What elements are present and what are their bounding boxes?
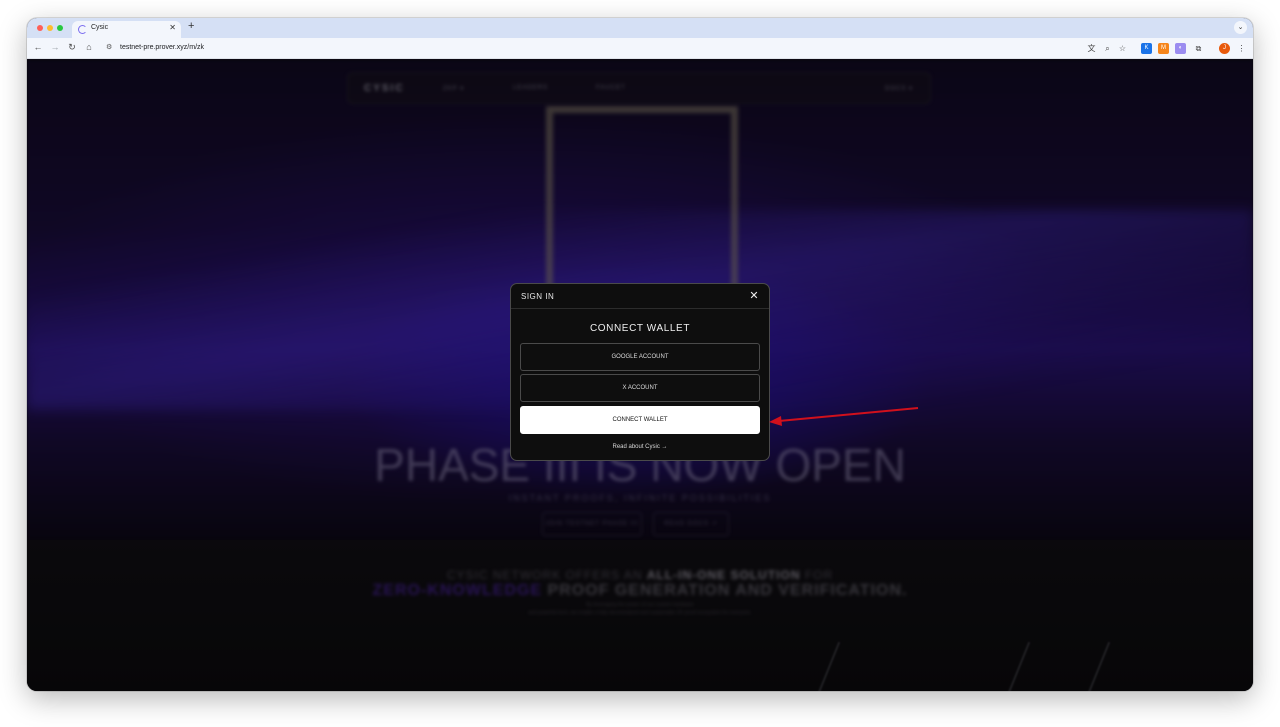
profile-avatar[interactable]: J [1219,43,1230,54]
metamask-icon[interactable]: M [1158,43,1169,54]
tab-search-button[interactable]: ⌄ [1234,21,1247,34]
bookmark-star-icon[interactable]: ☆ [1117,43,1128,54]
browser-window: Cysic ✕ + ⌄ ← → ↻ ⌂ ⚙ testnet-pre.prover… [27,18,1253,691]
maximize-window-icon[interactable] [57,25,63,31]
annotation-arrow-head [769,416,782,426]
browser-menu-icon[interactable]: ⋮ [1236,43,1247,54]
tab-title: Cysic [91,24,109,31]
tab-close-icon[interactable]: ✕ [169,23,176,32]
annotation-arrow-line [778,407,919,422]
translate-icon[interactable]: 文 [1086,43,1097,54]
browser-tab[interactable]: Cysic ✕ [72,21,181,38]
tab-strip: Cysic ✕ + ⌄ [27,18,1253,38]
web-page: CYSIC ZKP ▾ LEADERS FAUCET DOCS ▾ PHASE … [27,60,1253,691]
forward-icon[interactable]: → [49,42,61,52]
new-tab-button[interactable]: + [188,20,194,32]
extension-blue-icon[interactable]: K [1141,43,1152,54]
extensions-puzzle-icon[interactable]: ⧉ [1193,43,1204,54]
address-bar[interactable]: ⚙ testnet-pre.prover.xyz/m/zk [102,41,1102,56]
zoom-icon[interactable]: ⌕ [1102,43,1113,54]
site-info-icon[interactable]: ⚙ [106,43,112,51]
annotation-arrow [769,407,919,426]
url-text: testnet-pre.prover.xyz/m/zk [120,44,205,51]
home-icon[interactable]: ⌂ [83,42,95,52]
minimize-window-icon[interactable] [47,25,53,31]
reload-icon[interactable]: ↻ [66,42,78,53]
extension-purple-icon[interactable]: ◐ [1175,43,1186,54]
close-window-icon[interactable] [37,25,43,31]
browser-toolbar: ← → ↻ ⌂ ⚙ testnet-pre.prover.xyz/m/zk 文 … [27,38,1253,59]
cysic-favicon-icon [78,25,87,34]
back-icon[interactable]: ← [32,42,44,52]
